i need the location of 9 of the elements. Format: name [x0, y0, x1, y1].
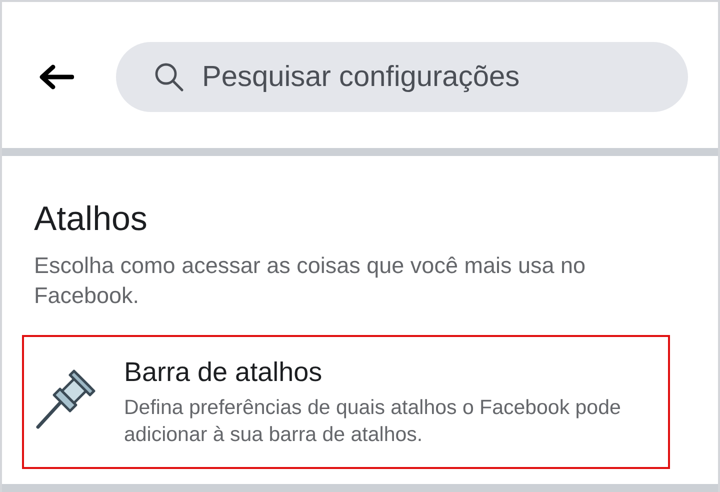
option-description: Defina preferências de quais atalhos o Facebook pode adicionar à sua barra de atalhos. [124, 395, 622, 448]
back-button[interactable] [38, 62, 76, 92]
section-title: Atalhos [34, 200, 148, 239]
search-icon [154, 62, 184, 92]
back-arrow-icon [38, 64, 74, 90]
search-field[interactable]: Pesquisar configurações [116, 42, 688, 112]
section-description: Escolha como acessar as coisas que você mais usa no Facebook. [34, 252, 587, 310]
shortcut-option[interactable]: Barra de atalhos Defina preferências de quais atalhos o Facebook pode adicionar à sua barra de atalhos. [22, 335, 670, 469]
option-title: Barra de atalhos [124, 357, 324, 388]
